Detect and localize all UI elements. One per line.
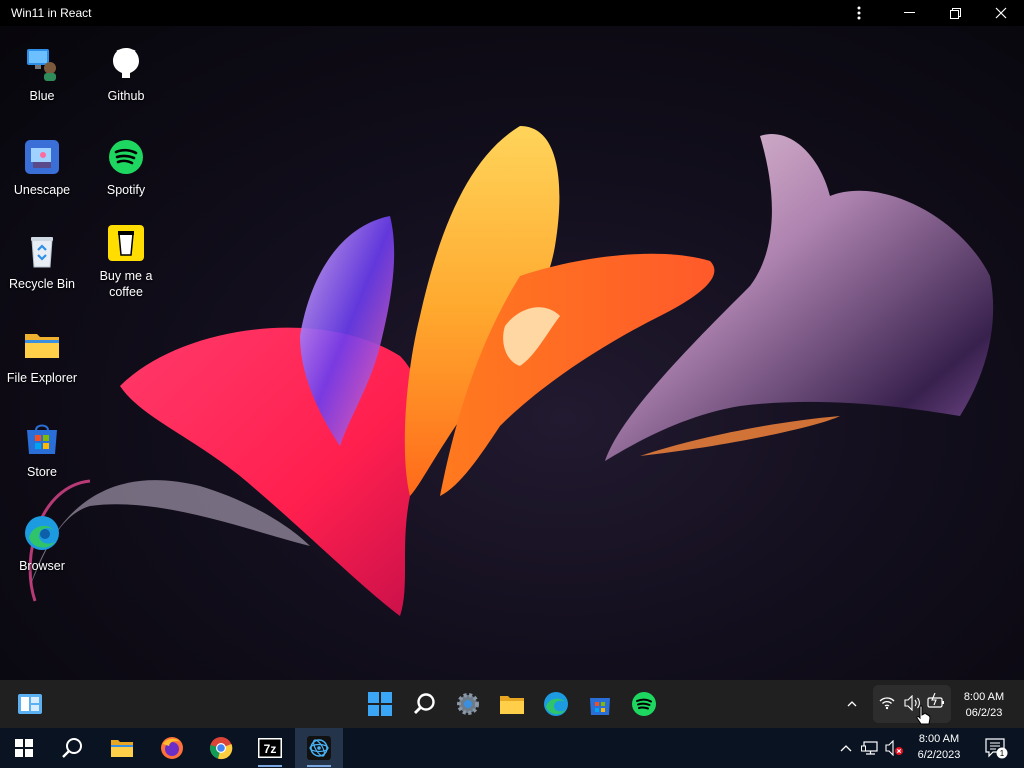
inner-taskbar: 8:00 AM 06/2/23 bbox=[0, 680, 1024, 728]
store-icon bbox=[590, 698, 610, 715]
desktop-icon-label: Browser bbox=[19, 559, 65, 573]
running-indicator bbox=[258, 765, 282, 767]
desktop[interactable]: Blue Github Unescape Spotify Recycle Bin… bbox=[0, 26, 1024, 680]
wifi-icon bbox=[879, 697, 895, 710]
host-volume-button[interactable] bbox=[882, 728, 906, 768]
notification-center-button[interactable]: 1 bbox=[978, 728, 1014, 768]
folder-icon bbox=[25, 334, 59, 358]
unescape-icon bbox=[25, 140, 59, 174]
desktop-icon-browser[interactable]: Browser bbox=[0, 514, 84, 574]
github-icon bbox=[113, 48, 139, 78]
firefox-icon bbox=[161, 737, 183, 759]
win11-react-icon bbox=[307, 736, 331, 760]
notification-count: 1 bbox=[1000, 749, 1005, 758]
edge-icon bbox=[25, 516, 59, 550]
notification-icon: 1 bbox=[985, 738, 1008, 759]
host-clock-time: 8:00 AM bbox=[918, 733, 960, 745]
restore-icon bbox=[949, 7, 961, 19]
desktop-icon-label: Unescape bbox=[13, 183, 71, 197]
edge-icon bbox=[544, 692, 568, 716]
active-indicator bbox=[307, 765, 331, 767]
desktop-icon-store[interactable]: Store bbox=[0, 420, 84, 480]
edge-button[interactable] bbox=[540, 688, 572, 720]
host-clock-date: 6/2/2023 bbox=[917, 749, 961, 761]
host-search-button[interactable] bbox=[48, 728, 96, 768]
desktop-icon-label: Recycle Bin bbox=[9, 277, 75, 291]
close-button[interactable] bbox=[978, 0, 1024, 26]
chrome-icon bbox=[210, 737, 233, 760]
windows-start-icon bbox=[15, 739, 33, 757]
chevron-up-icon bbox=[840, 744, 852, 751]
host-start-button[interactable] bbox=[0, 728, 48, 768]
desktop-icon-label: File Explorer bbox=[6, 371, 78, 385]
search-icon bbox=[62, 738, 82, 758]
more-options-button[interactable] bbox=[836, 0, 882, 26]
desktop-icon-label: Github bbox=[107, 89, 145, 103]
inner-clock-date: 06/2/23 bbox=[965, 707, 1003, 719]
search-button[interactable] bbox=[409, 688, 441, 720]
host-tray-overflow-button[interactable] bbox=[834, 728, 858, 768]
volume-muted-icon bbox=[885, 740, 903, 756]
store-button[interactable] bbox=[584, 688, 616, 720]
host-clock[interactable]: 8:00 AM 6/2/2023 bbox=[908, 731, 970, 763]
desktop-icon-label: Spotify bbox=[106, 183, 146, 197]
spotify-button[interactable] bbox=[628, 688, 660, 720]
hand-cursor-icon bbox=[916, 705, 931, 725]
minimize-icon bbox=[903, 12, 915, 13]
desktop-icon-unescape[interactable]: Unescape bbox=[0, 138, 84, 198]
inner-clock[interactable]: 8:00 AM 06/2/23 bbox=[956, 689, 1012, 721]
widgets-icon bbox=[18, 694, 42, 714]
svg-text:7z: 7z bbox=[264, 742, 277, 756]
host-win11-react-button[interactable] bbox=[295, 728, 343, 768]
blue-computer-icon bbox=[27, 49, 56, 81]
host-taskbar: 7z 8:00 AM 6/2/2023 1 bbox=[0, 728, 1024, 768]
window-title: Win11 in React bbox=[11, 6, 92, 20]
store-bag-icon bbox=[27, 424, 57, 454]
settings-icon bbox=[457, 693, 479, 715]
host-chrome-button[interactable] bbox=[197, 728, 245, 768]
close-icon bbox=[995, 7, 1007, 19]
desktop-icon-label: Buy me a coffee bbox=[99, 269, 153, 299]
desktop-icon-label: Store bbox=[27, 465, 57, 479]
restore-button[interactable] bbox=[932, 0, 978, 26]
search-icon bbox=[414, 693, 435, 714]
title-bar[interactable]: Win11 in React bbox=[0, 0, 1024, 26]
network-icon bbox=[861, 741, 878, 755]
desktop-icon-blue[interactable]: Blue bbox=[0, 44, 84, 104]
kebab-menu-icon bbox=[857, 6, 861, 20]
app-window: Win11 in React Blue Github Unescape Spot… bbox=[0, 0, 1024, 728]
file-explorer-icon bbox=[111, 740, 133, 757]
spotify-icon bbox=[109, 140, 143, 174]
settings-button[interactable] bbox=[452, 688, 484, 720]
spotify-icon bbox=[632, 692, 656, 716]
host-firefox-button[interactable] bbox=[148, 728, 196, 768]
minimize-button[interactable] bbox=[886, 0, 932, 26]
coffee-cup-icon bbox=[108, 225, 144, 261]
desktop-icon-github[interactable]: Github bbox=[84, 44, 168, 104]
desktop-icon-buy-me-a-coffee[interactable]: Buy me a coffee bbox=[84, 224, 168, 300]
wallpaper-bloom bbox=[28, 126, 994, 616]
start-button[interactable] bbox=[364, 688, 396, 720]
file-explorer-button[interactable] bbox=[496, 688, 528, 720]
windows-start-icon bbox=[368, 692, 392, 716]
desktop-icon-label: Blue bbox=[29, 89, 55, 103]
desktop-icon-spotify[interactable]: Spotify bbox=[84, 138, 168, 198]
host-7zip-button[interactable]: 7z bbox=[246, 728, 294, 768]
host-network-button[interactable] bbox=[858, 728, 882, 768]
chevron-up-icon bbox=[847, 701, 857, 707]
widgets-button[interactable] bbox=[14, 688, 46, 720]
recycle-bin-icon bbox=[31, 237, 53, 268]
desktop-icon-recycle-bin[interactable]: Recycle Bin bbox=[0, 232, 84, 292]
7zip-icon: 7z bbox=[258, 738, 282, 758]
quick-settings-button[interactable] bbox=[873, 685, 951, 725]
inner-clock-time: 8:00 AM bbox=[963, 691, 1005, 703]
file-explorer-icon bbox=[500, 696, 524, 714]
host-file-explorer-button[interactable] bbox=[98, 728, 146, 768]
tray-overflow-button[interactable] bbox=[842, 688, 862, 720]
desktop-icon-file-explorer[interactable]: File Explorer bbox=[0, 326, 84, 386]
